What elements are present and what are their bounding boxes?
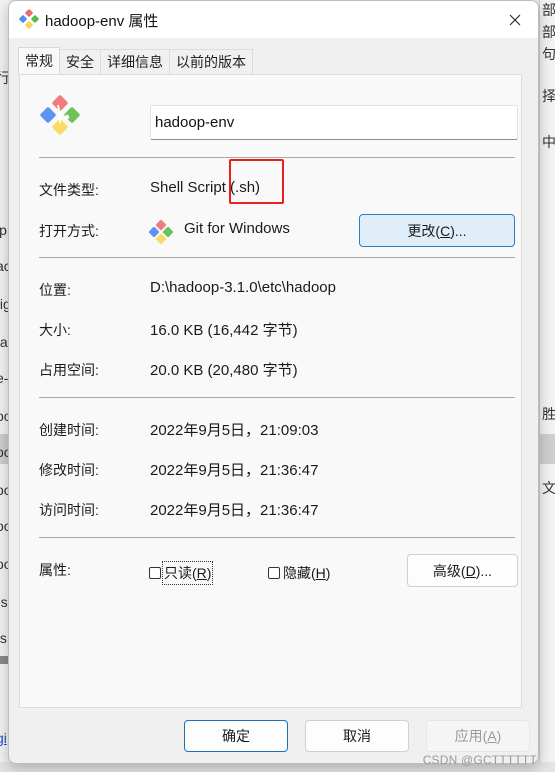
bg-text-fragment: 中 xyxy=(542,134,555,150)
opens-with-value: Git for Windows xyxy=(184,220,290,237)
properties-dialog: hadoop-env 属性 常规 安全 详细信息 以前的版本 文件类型: She… xyxy=(8,0,539,764)
location-value: D:\hadoop-3.1.0\etc\hadoop xyxy=(150,279,336,296)
change-button[interactable]: 更改(C)... xyxy=(359,214,515,247)
hidden-checkbox[interactable]: 隐藏(H) xyxy=(268,563,330,583)
created-value: 2022年9月5日，21:09:03 xyxy=(150,422,319,439)
apply-button-label: 应用( xyxy=(454,728,488,744)
file-type-label: 文件类型: xyxy=(39,182,99,198)
title-bar[interactable]: hadoop-env 属性 xyxy=(9,1,538,38)
advanced-button-label: 高级( xyxy=(432,562,466,579)
accessed-label: 访问时间: xyxy=(39,502,99,518)
divider xyxy=(39,537,515,538)
apply-button[interactable]: 应用(A) xyxy=(426,720,530,752)
bg-link-fragment: gi xyxy=(0,730,7,746)
divider xyxy=(39,257,515,258)
git-file-icon xyxy=(19,9,39,29)
readonly-checkbox-box[interactable] xyxy=(149,567,161,579)
size-label: 大小: xyxy=(39,322,71,338)
tab-general[interactable]: 常规 xyxy=(18,47,60,74)
bg-text-fragment: ta xyxy=(0,334,8,350)
bg-selection xyxy=(540,434,555,464)
advanced-button-accesskey: D xyxy=(465,562,476,579)
watermark: CSDN @GCTTTTTT xyxy=(422,753,537,767)
tab-details[interactable]: 详细信息 xyxy=(100,49,170,74)
tab-bar: 常规 安全 详细信息 以前的版本 xyxy=(18,47,253,74)
bg-text-fragment: 句 xyxy=(542,46,555,62)
tab-previous-versions[interactable]: 以前的版本 xyxy=(169,49,253,74)
divider xyxy=(39,397,515,398)
accessed-value: 2022年9月5日，21:36:47 xyxy=(150,502,319,519)
general-panel: 文件类型: Shell Script (.sh) 打开方式: Git for W… xyxy=(19,74,522,708)
hidden-checkbox-box[interactable] xyxy=(268,567,280,579)
readonly-checkbox[interactable]: 只读(R) xyxy=(149,561,214,585)
bg-text-fragment: 择 xyxy=(542,88,555,104)
file-type-value: Shell Script (.sh) xyxy=(150,179,261,196)
cancel-button[interactable]: 取消 xyxy=(305,720,409,752)
advanced-button-suffix: )... xyxy=(475,562,493,579)
bg-text-fragment: 胜 xyxy=(542,406,555,422)
background-window-right: 部 部 句 择 中 胜 文 xyxy=(539,0,555,772)
attributes-label: 属性: xyxy=(39,562,71,578)
git-app-icon xyxy=(148,219,174,245)
advanced-button[interactable]: 高级(D)... xyxy=(407,554,518,587)
change-button-accesskey: C xyxy=(440,222,451,239)
git-file-icon xyxy=(40,95,80,135)
change-button-suffix: )... xyxy=(450,222,467,239)
window-title: hadoop-env 属性 xyxy=(45,13,159,30)
bg-text-fragment: 文 xyxy=(542,480,555,496)
readonly-checkbox-label: 只读(R) xyxy=(161,561,214,585)
bg-text-fragment: -s xyxy=(0,594,8,610)
divider xyxy=(39,157,515,158)
modified-value: 2022年9月5日，21:36:47 xyxy=(150,462,319,479)
created-label: 创建时间: xyxy=(39,422,99,438)
ok-button[interactable]: 确定 xyxy=(184,720,288,752)
file-name-input[interactable] xyxy=(150,105,518,140)
close-icon xyxy=(509,14,521,25)
bg-text-fragment: 部 xyxy=(542,24,555,40)
size-on-disk-label: 占用空间: xyxy=(39,362,99,378)
modified-label: 修改时间: xyxy=(39,462,99,478)
location-label: 位置: xyxy=(39,282,71,298)
apply-button-accesskey: A xyxy=(487,728,497,744)
tab-security[interactable]: 安全 xyxy=(59,49,101,74)
hidden-checkbox-label: 隐藏(H) xyxy=(283,565,331,581)
close-button[interactable] xyxy=(492,1,538,38)
size-value: 16.0 KB (16,442 字节) xyxy=(150,322,298,339)
apply-button-suffix: ) xyxy=(496,728,502,744)
bg-text-fragment: lp xyxy=(0,222,7,238)
change-button-label: 更改( xyxy=(407,222,441,239)
bg-text-fragment: fs xyxy=(0,630,7,646)
bg-text-fragment: 部 xyxy=(542,2,555,18)
opens-with-label: 打开方式: xyxy=(39,223,99,239)
size-on-disk-value: 20.0 KB (20,480 字节) xyxy=(150,362,298,379)
